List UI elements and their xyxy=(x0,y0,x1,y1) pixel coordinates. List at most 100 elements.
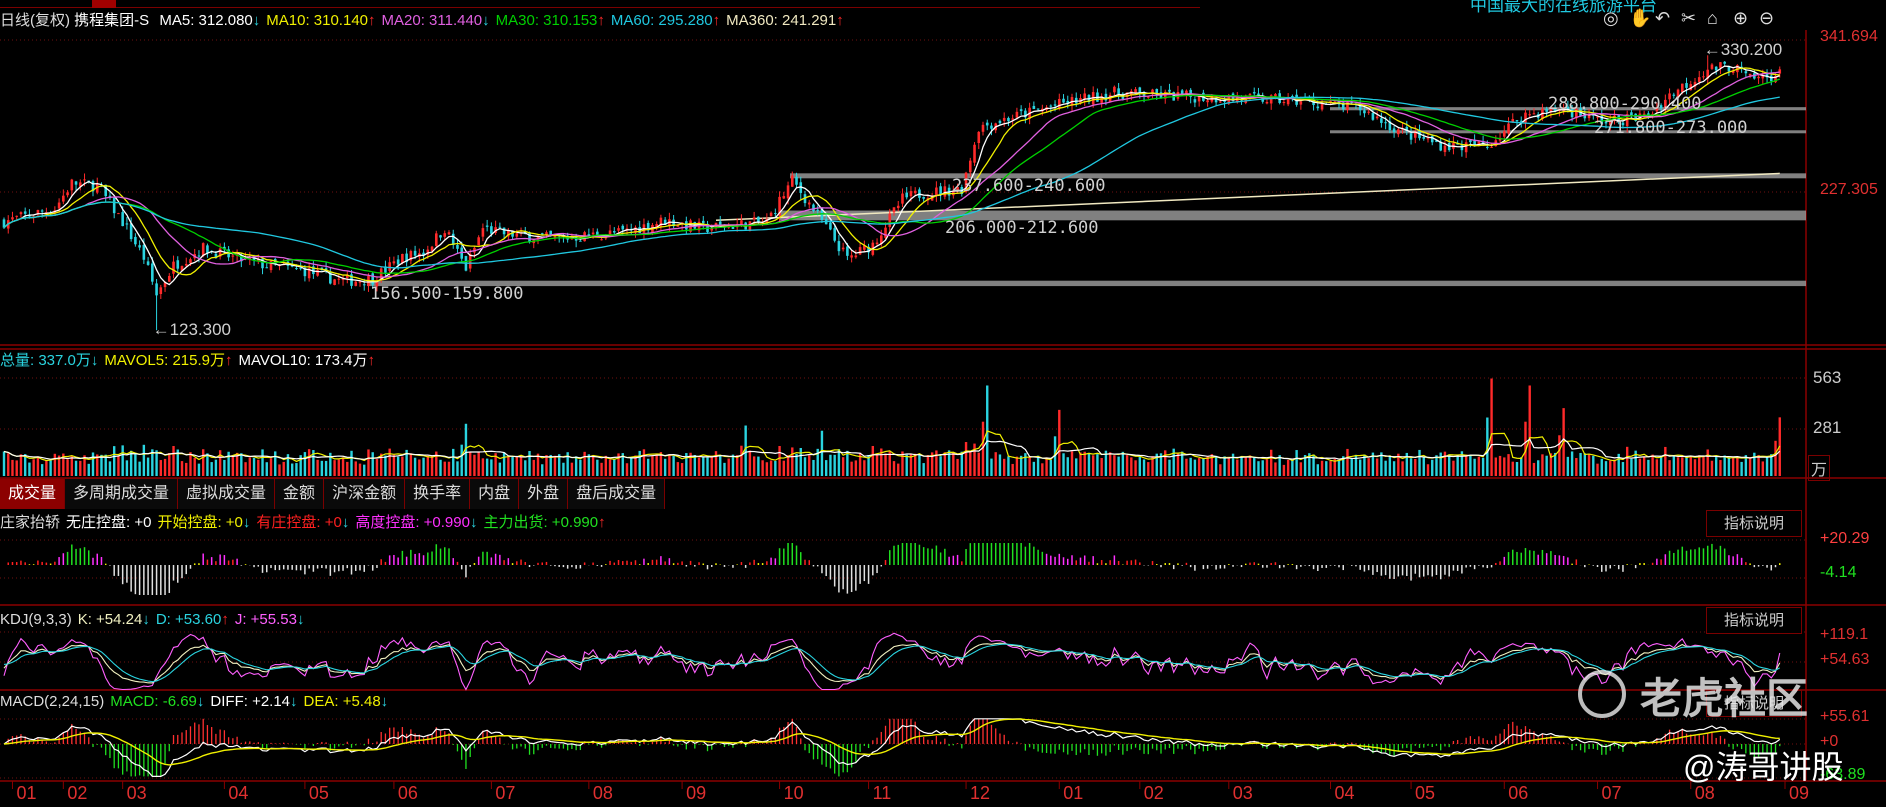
kdj-value-0: K: +54.24 xyxy=(77,611,143,628)
scissors-icon[interactable]: ✂ xyxy=(1681,8,1696,29)
candle-up xyxy=(807,202,811,205)
candle-down xyxy=(1036,108,1040,110)
price-header: 日线(复权) 携程集团-S MA5: 312.080↓ MA10: 310.140… xyxy=(0,12,844,30)
tab-1[interactable]: 多周期成交量 xyxy=(65,479,179,509)
kdj-axis-top: +119.1 xyxy=(1820,626,1869,643)
volume-bar xyxy=(1710,460,1714,476)
clipboard-icon[interactable]: ⌂ xyxy=(1707,8,1718,29)
candle-up xyxy=(1146,96,1150,98)
trend-arrow-down-icon: ↓ xyxy=(242,514,251,531)
tab-5[interactable]: 换手率 xyxy=(405,479,471,509)
volume-bar xyxy=(1431,459,1434,476)
tab-2[interactable]: 虚拟成交量 xyxy=(178,479,276,509)
period-label[interactable]: 日线(复权) xyxy=(0,12,70,29)
volume-bar xyxy=(1723,455,1726,476)
volume-bar xyxy=(1698,455,1701,476)
volume-bar xyxy=(1702,455,1705,476)
volume-bar xyxy=(426,455,430,476)
tab-3[interactable]: 金额 xyxy=(275,479,325,509)
top-tab-strip xyxy=(0,0,1200,8)
volume-bar xyxy=(1575,458,1578,476)
volume-bar xyxy=(189,452,192,476)
volume-bar xyxy=(1714,457,1718,476)
volume-bar xyxy=(307,449,311,476)
zoom-in-icon[interactable]: ⊕ xyxy=(1733,8,1748,29)
volume-bar xyxy=(91,452,95,476)
tab-6[interactable]: 内盘 xyxy=(470,479,520,509)
volume-bar xyxy=(1032,461,1036,476)
volume-bar xyxy=(1261,460,1264,476)
tab-8[interactable]: 盘后成交量 xyxy=(568,479,666,509)
volume-bar xyxy=(138,461,141,476)
volume-bar xyxy=(456,461,459,476)
volume-bar xyxy=(1269,449,1273,476)
volume-bar xyxy=(1592,455,1595,476)
volume-bar xyxy=(532,459,535,476)
eye-icon[interactable]: ◎ xyxy=(1603,8,1619,29)
volume-bar xyxy=(1689,455,1692,476)
volume-bar xyxy=(761,460,764,476)
zoom-out-icon[interactable]: ⊖ xyxy=(1759,8,1774,29)
tab-7[interactable]: 外盘 xyxy=(519,479,569,509)
volume-bar xyxy=(1147,462,1150,476)
kdj-axis-mid: +54.63 xyxy=(1820,651,1870,668)
volume-value-0: 总量: 337.0万 xyxy=(0,352,91,369)
volume-bar xyxy=(579,459,582,476)
volume-bar xyxy=(651,456,654,476)
volume-bar xyxy=(100,454,103,476)
tab-4[interactable]: 沪深金额 xyxy=(324,479,406,509)
candle-down xyxy=(1138,87,1142,93)
volume-bar xyxy=(969,451,972,476)
volume-bar xyxy=(1456,455,1459,476)
candle-up xyxy=(1502,131,1506,137)
candle-down xyxy=(125,223,129,225)
volume-bar xyxy=(863,460,866,476)
volume-bar xyxy=(1528,385,1531,476)
candle-up xyxy=(1002,117,1006,121)
volume-bar xyxy=(248,457,252,476)
candle-down xyxy=(1193,99,1197,103)
volume-bar xyxy=(668,454,671,476)
top-tab-active[interactable] xyxy=(92,0,116,8)
x-tick-label: 01 xyxy=(16,783,37,803)
candle-up xyxy=(481,228,485,237)
candle-up xyxy=(333,279,336,285)
ma-value-3: MA30: 310.153 xyxy=(495,12,598,29)
volume-bar xyxy=(638,450,641,476)
kdj-k-line xyxy=(3,642,1781,684)
macd-header: MACD(2,24,15) MACD: -6.69↓ DIFF: +2.14↓ DEA… xyxy=(0,693,388,711)
volume-bar xyxy=(1655,459,1659,476)
volume-bar xyxy=(1498,455,1502,476)
candle-down xyxy=(718,221,722,225)
undo-icon[interactable]: ↶ xyxy=(1655,8,1670,29)
candle-up xyxy=(854,255,858,258)
volume-bar xyxy=(172,446,175,476)
volume-bar xyxy=(274,451,277,476)
ma-value-2: MA20: 311.440 xyxy=(381,12,483,29)
volume-bar xyxy=(642,449,646,476)
volume-bar xyxy=(418,459,421,476)
candle-down xyxy=(151,263,154,282)
candle-up xyxy=(913,190,917,194)
candle-up xyxy=(1375,116,1379,119)
candle-down xyxy=(439,235,442,238)
volume-bar xyxy=(1193,459,1197,476)
volume-bar xyxy=(1240,456,1243,476)
volume-bar xyxy=(1765,456,1769,476)
volume-bar xyxy=(774,460,777,476)
hand-icon[interactable]: ✋ xyxy=(1629,8,1651,29)
tab-0[interactable]: 成交量 xyxy=(0,479,66,509)
candle-up xyxy=(184,263,188,266)
candle-up xyxy=(782,196,786,199)
volume-bar xyxy=(214,459,218,476)
indicator1-header: 庄家抬轿 无庄控盘: +0 开始控盘: +0↓ 有庄控盘: +0↓ 高度控盘: +0.9… xyxy=(0,514,606,532)
candle-down xyxy=(837,241,841,252)
ma60-line xyxy=(3,96,1780,269)
volume-bar xyxy=(278,464,281,476)
volume-bar xyxy=(519,455,523,476)
indicator1-help-button[interactable]: 指标说明 xyxy=(1706,510,1802,537)
candle-down xyxy=(265,267,269,269)
x-tick-label: 01 xyxy=(1063,783,1084,803)
kdj-help-button[interactable]: 指标说明 xyxy=(1706,607,1802,634)
volume-bar xyxy=(231,455,235,476)
